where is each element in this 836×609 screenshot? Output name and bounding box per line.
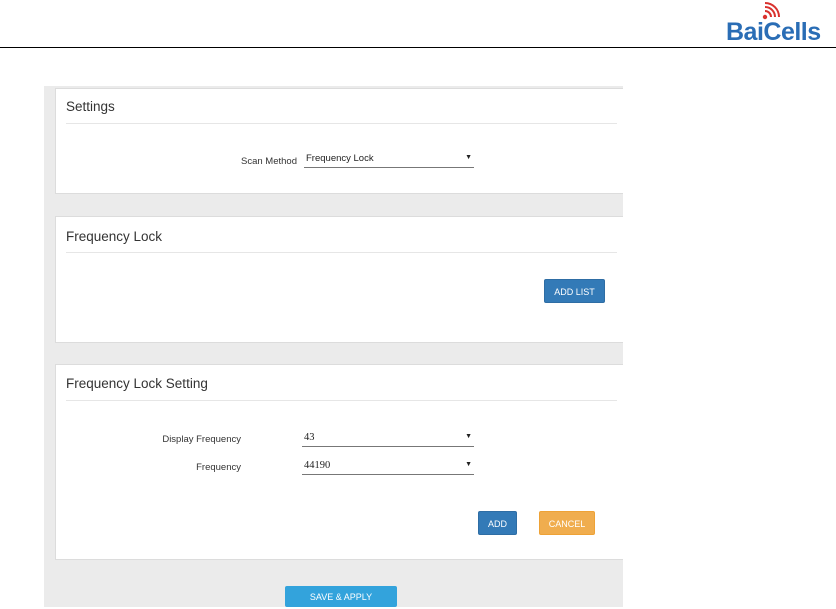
display-frequency-label: Display Frequency [162,434,241,445]
frequency-select[interactable]: 44190 ▼ [302,460,474,475]
frequency-lock-setting-panel: Frequency Lock Setting Display Frequency… [55,364,623,560]
panel-divider [66,400,617,401]
add-button[interactable]: ADD [478,511,517,535]
panel-divider [66,252,617,253]
scan-method-label: Scan Method [241,156,297,167]
caret-down-icon: ▼ [465,461,472,468]
frequency-label: Frequency [196,462,241,473]
panel-title: Frequency Lock Setting [66,376,208,391]
header-divider [0,47,836,48]
panel-divider [66,123,617,124]
scan-method-select[interactable]: Frequency Lock ▼ [304,153,474,168]
display-frequency-value: 43 [304,432,315,443]
add-list-button[interactable]: ADD LIST [544,279,605,303]
caret-down-icon: ▼ [465,154,472,161]
baicells-logo: BaiCells [726,2,831,46]
logo-text: BaiCells [726,18,821,46]
panel-title: Frequency Lock [66,229,163,244]
settings-panel: Settings Scan Method Frequency Lock ▼ [55,88,623,194]
frequency-value: 44190 [304,460,331,471]
display-frequency-select[interactable]: 43 ▼ [302,432,474,447]
save-apply-button[interactable]: SAVE & APPLY [285,586,397,607]
panel-title: Settings [66,99,115,114]
frequency-lock-panel: Frequency Lock ADD LIST [55,216,623,343]
cancel-button[interactable]: CANCEL [539,511,595,535]
caret-down-icon: ▼ [465,433,472,440]
scan-method-value: Frequency Lock [306,153,374,164]
